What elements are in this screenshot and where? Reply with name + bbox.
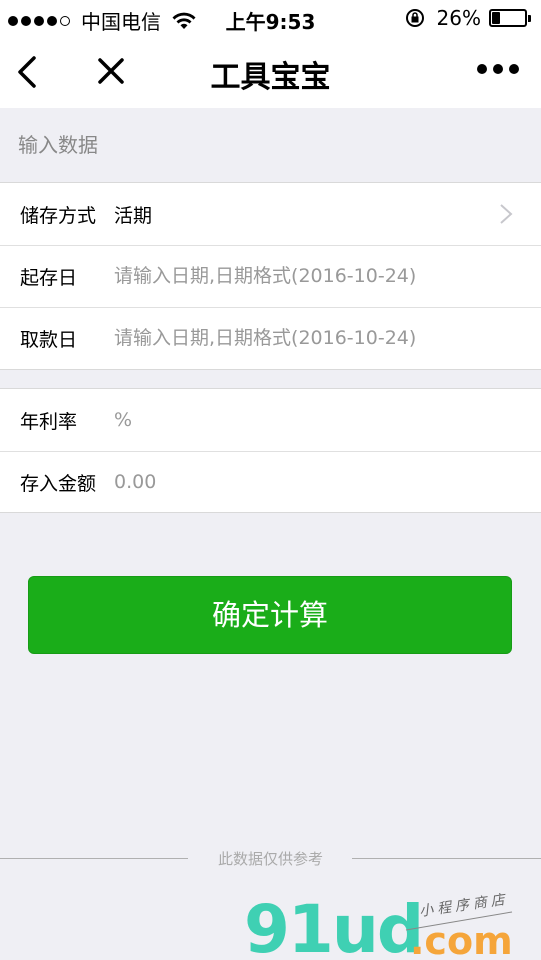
start-date-row: 起存日: [0, 245, 541, 307]
rotation-lock-icon: [405, 9, 424, 27]
withdraw-date-label: 取款日: [20, 328, 78, 351]
more-icon[interactable]: [471, 64, 519, 74]
svg-text:小程序商店: 小程序商店: [418, 892, 509, 920]
annual-rate-input[interactable]: [114, 409, 504, 431]
storage-type-value: 活期: [114, 204, 153, 227]
confirm-calculate-button[interactable]: 确定计算: [28, 576, 512, 654]
status-bar-right: 26%: [405, 6, 531, 30]
form-group-dates: 储存方式 活期 起存日 取款日: [0, 182, 541, 370]
withdraw-date-row: 取款日: [0, 307, 541, 369]
start-date-label: 起存日: [20, 266, 78, 289]
svg-text:91ud: 91ud: [244, 891, 422, 960]
watermark-logo: 91ud .com 小程序商店: [244, 891, 513, 960]
annual-rate-label: 年利率: [20, 410, 78, 433]
deposit-amount-label: 存入金额: [20, 472, 97, 495]
battery-fill: [492, 12, 501, 24]
storage-type-label: 储存方式: [20, 204, 97, 227]
chevron-right-icon: [500, 204, 513, 224]
battery-icon: [489, 9, 531, 27]
svg-text:.com: .com: [410, 919, 513, 960]
deposit-amount-input[interactable]: [114, 471, 504, 493]
storage-type-row[interactable]: 储存方式 活期: [0, 183, 541, 245]
form-group-amounts: 年利率 存入金额: [0, 388, 541, 513]
footer-divider-right: [352, 858, 541, 859]
annual-rate-row: 年利率: [0, 389, 541, 451]
withdraw-date-input[interactable]: [114, 327, 504, 349]
navigation-bar: 工具宝宝: [0, 36, 541, 108]
page-title: 工具宝宝: [210, 60, 331, 95]
status-bar: 中国电信 上午9:53 26%: [0, 0, 541, 36]
section-header: 输入数据: [0, 108, 541, 182]
deposit-amount-row: 存入金额: [0, 451, 541, 513]
start-date-input[interactable]: [114, 265, 504, 287]
battery-percent: 26%: [436, 6, 481, 30]
footer: 此数据仅供参考: [0, 846, 541, 870]
